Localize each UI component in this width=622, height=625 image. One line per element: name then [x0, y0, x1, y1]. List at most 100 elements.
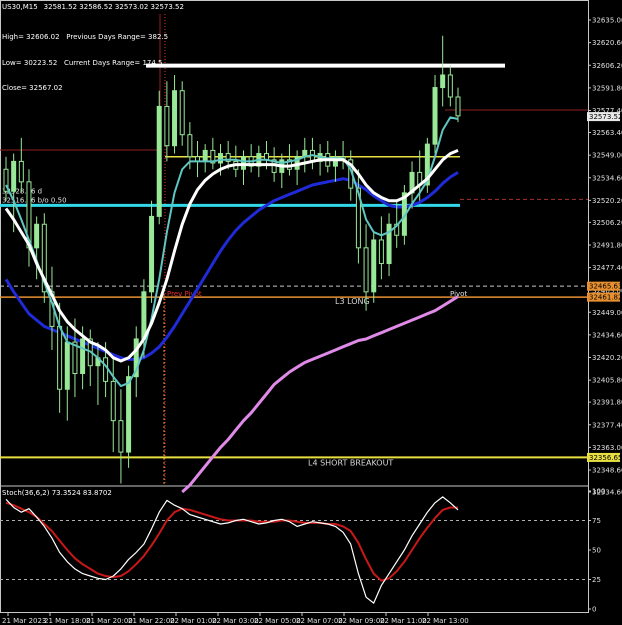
x-tick-label: 22 Mar 05:00 [254, 617, 301, 625]
x-tick-label: 22 Mar 11:00 [380, 617, 427, 625]
high-value: High= 32606.02 [2, 33, 60, 41]
candle [440, 35, 446, 107]
y-tick-label: 32520.20 [592, 197, 622, 205]
y-tick-label: 32506.20 [592, 219, 622, 227]
candle [302, 137, 308, 173]
y-tick-label: 32491.80 [592, 242, 622, 250]
candle [424, 137, 430, 193]
y-tick-label: 32434.60 [592, 331, 622, 339]
x-tick-label: 22 Mar 07:00 [296, 617, 343, 625]
y-tick-label: 32606.20 [592, 62, 622, 70]
candle-body [172, 90, 178, 147]
y-tick-label: 32420.20 [592, 354, 622, 362]
orange-price-tag: 32461.82 [589, 294, 622, 302]
candle [325, 140, 331, 173]
candle [133, 326, 139, 398]
candle-body [126, 376, 132, 453]
y-tick-label: 32348.60 [592, 467, 622, 475]
candle-body [141, 291, 147, 340]
candle-body [455, 96, 461, 117]
candle [118, 389, 124, 484]
pivot-price-tag: 32465.63 [589, 283, 622, 291]
candle [386, 213, 392, 277]
candle [195, 140, 201, 178]
info-panel: High= 32606.02 Previous Days Range= 382.… [2, 16, 168, 101]
candle [432, 74, 438, 154]
stoch-tick-label: 0 [592, 606, 596, 614]
y-tick-label: 32405.80 [592, 377, 622, 385]
pivot-label: Pivot [450, 290, 467, 298]
stoch-tick-label: 75 [592, 517, 601, 525]
y-tick-label: 32635.00 [592, 17, 622, 25]
candle [87, 329, 93, 387]
candle-body [80, 338, 86, 375]
candle-body [440, 74, 446, 89]
ohlc-values: 32581.52 32586.52 32573.02 32573.52 [43, 3, 184, 11]
x-tick-label: 22 Mar 03:00 [212, 617, 259, 625]
candle [18, 137, 24, 193]
y-tick-label: 32563.40 [592, 129, 622, 137]
candle [378, 216, 384, 280]
stoch-tick-label: 100 [592, 488, 605, 496]
candle-body [218, 153, 224, 164]
candle-body [363, 247, 369, 293]
candle-body [164, 105, 170, 147]
prev-range-value: Previous Days Range= 382.5 [66, 33, 169, 41]
candle [455, 87, 461, 123]
stoch-main-line [5, 496, 459, 604]
candle [279, 153, 285, 189]
candle-body [57, 325, 63, 390]
candle [248, 144, 254, 173]
candle-body [149, 215, 155, 293]
candle-body [187, 134, 193, 158]
curr-range-value: Current Days Range= 174.5 [63, 58, 163, 67]
candle [240, 150, 246, 185]
candle [179, 81, 185, 146]
x-tick-label: 21 Mar 18:00 [44, 617, 91, 625]
y-tick-label: 32620.60 [592, 39, 622, 47]
y-tick-label: 32391.80 [592, 399, 622, 407]
x-tick-label: 22 Mar 13:00 [422, 617, 469, 625]
y-tick-label: 32549.00 [592, 152, 622, 160]
stoch-label: Stoch(36,6,2) 73.3524 83.8702 [2, 489, 112, 497]
candle [210, 137, 216, 170]
x-tick-label: 22 Mar 01:00 [170, 617, 217, 625]
l3-long-label: L3 LONG [335, 297, 370, 306]
candle [447, 65, 453, 107]
current-price-tag: 32573.52 [589, 113, 622, 121]
x-tick-label: 21 Mar 2023 [2, 617, 46, 625]
y-tick-label: 32534.60 [592, 174, 622, 182]
candle-body [240, 156, 246, 170]
candle-body [202, 149, 208, 162]
candle [110, 357, 116, 453]
y-tick-label: 32477.40 [592, 264, 622, 272]
y-tick-label: 32363.00 [592, 444, 622, 452]
candle [256, 145, 262, 178]
candle-body [432, 87, 438, 145]
candle [41, 213, 47, 303]
stoch-tick-label: 25 [592, 576, 601, 584]
candle [172, 74, 178, 154]
candle-body [371, 239, 377, 293]
x-tick-label: 21 Mar 22:00 [128, 617, 175, 625]
low-value: Low= 30223.52 [2, 58, 58, 67]
candle-body [447, 74, 453, 98]
candle [149, 200, 155, 303]
candle-body [11, 160, 17, 192]
candle-body [64, 341, 70, 390]
stoch-tick-label: 50 [592, 547, 601, 555]
candle-body [156, 105, 162, 217]
x-tick-label: 21 Mar 20:00 [86, 617, 133, 625]
candle-body [34, 223, 40, 249]
candle [371, 232, 377, 303]
candle [286, 144, 292, 176]
x-tick-label: 22 Mar 09:00 [338, 617, 385, 625]
candle [156, 90, 162, 225]
candle [340, 140, 346, 170]
candle [294, 150, 300, 185]
y-tick-label: 32449.00 [592, 309, 622, 317]
close-value: Close= 32567.02 [2, 84, 63, 92]
candle [309, 137, 315, 170]
candle [95, 342, 101, 405]
l4-short-label: L4 SHORT BREAKOUT [308, 458, 393, 467]
